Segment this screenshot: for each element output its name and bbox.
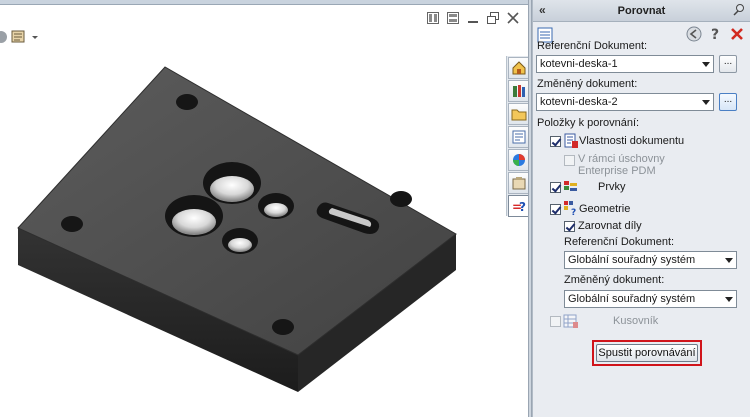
geo-ref-coord-value: Globální souřadný systém [568, 254, 696, 266]
align-parts-checkbox[interactable] [564, 221, 575, 232]
counterbore-floor [210, 176, 254, 202]
align-parts-label: Zarovnat díly [578, 220, 642, 232]
chevron-down-icon [725, 297, 733, 302]
counterbore-floor [172, 209, 216, 235]
ref-doc-select[interactable]: kotevni-deska-1 [536, 55, 714, 73]
items-to-compare-label: Položky k porovnání: [537, 117, 640, 129]
design-library-icon[interactable] [508, 80, 530, 102]
features-label: Prvky [598, 181, 626, 193]
features-icon [563, 179, 579, 195]
view-palette-icon[interactable] [508, 126, 530, 148]
geometry-icon: ? [563, 200, 579, 218]
doc-properties-label: Vlastnosti dokumentu [579, 135, 685, 147]
changed-doc-select[interactable]: kotevni-deska-2 [536, 93, 714, 111]
bom-icon [563, 313, 579, 329]
enterprise-pdm-checkbox[interactable] [564, 155, 575, 166]
features-checkbox[interactable] [550, 182, 561, 193]
file-explorer-icon[interactable] [508, 103, 530, 125]
close-icon[interactable] [730, 27, 744, 44]
ref-doc-label: Referenční Dokument: [537, 40, 648, 52]
doc-properties-checkbox[interactable] [550, 136, 561, 147]
chevron-down-icon [725, 258, 733, 263]
geo-changed-coord-value: Globální souřadný systém [568, 293, 696, 305]
chevron-down-icon [702, 62, 710, 67]
bom-label: Kusovník [613, 315, 659, 327]
corner-hole [390, 191, 412, 207]
back-icon[interactable] [686, 26, 702, 45]
compare-icon[interactable]: =? [508, 195, 530, 217]
chevron-down-icon [702, 100, 710, 105]
ref-doc-browse-button[interactable]: ... [719, 55, 737, 73]
changed-doc-label: Změněný dokument: [537, 78, 638, 90]
pin-icon[interactable] [732, 3, 746, 17]
corner-hole [61, 216, 83, 232]
changed-doc-browse-button[interactable]: ... [719, 93, 737, 111]
graphics-viewport[interactable] [0, 0, 530, 417]
geo-ref-coord-select[interactable]: Globální souřadný systém [564, 251, 737, 269]
svg-text:?: ? [571, 208, 576, 216]
svg-text:?: ? [711, 27, 719, 42]
changed-doc-value: kotevni-deska-2 [540, 96, 618, 108]
geo-changed-coord-select[interactable]: Globální souřadný systém [564, 290, 737, 308]
appearances-icon[interactable] [508, 149, 530, 171]
geometry-label: Geometrie [579, 203, 631, 215]
pane-header: « Porovnat [533, 0, 750, 22]
document-properties-icon [563, 133, 579, 149]
compare-task-pane: « Porovnat ? Referenční Dokument: kotevn… [532, 0, 750, 417]
custom-properties-icon[interactable] [508, 172, 530, 194]
help-icon[interactable]: ? [710, 26, 722, 45]
corner-hole [176, 94, 198, 110]
corner-hole [272, 319, 294, 335]
bom-checkbox[interactable] [550, 316, 561, 327]
pane-title: Porovnat [617, 5, 666, 17]
run-compare-highlight: Spustit porovnávání [592, 340, 702, 366]
counterbore-floor [228, 238, 252, 252]
geometry-checkbox[interactable] [550, 204, 561, 215]
geo-changed-doc-label: Změněný dokument: [564, 274, 665, 286]
enterprise-label-line2: Enterprise PDM [578, 165, 656, 177]
anchor-plate-model[interactable] [0, 0, 530, 417]
ref-doc-value: kotevni-deska-1 [540, 58, 618, 70]
geo-ref-doc-label: Referenční Dokument: [564, 236, 675, 248]
home-icon[interactable] [508, 57, 530, 79]
run-compare-button[interactable]: Spustit porovnávání [596, 344, 698, 362]
enterprise-label-line1: V rámci úschovny [578, 153, 665, 165]
counterbore-floor [264, 203, 288, 217]
task-pane-tabs: =? [506, 56, 530, 217]
svg-text:?: ? [519, 200, 526, 214]
